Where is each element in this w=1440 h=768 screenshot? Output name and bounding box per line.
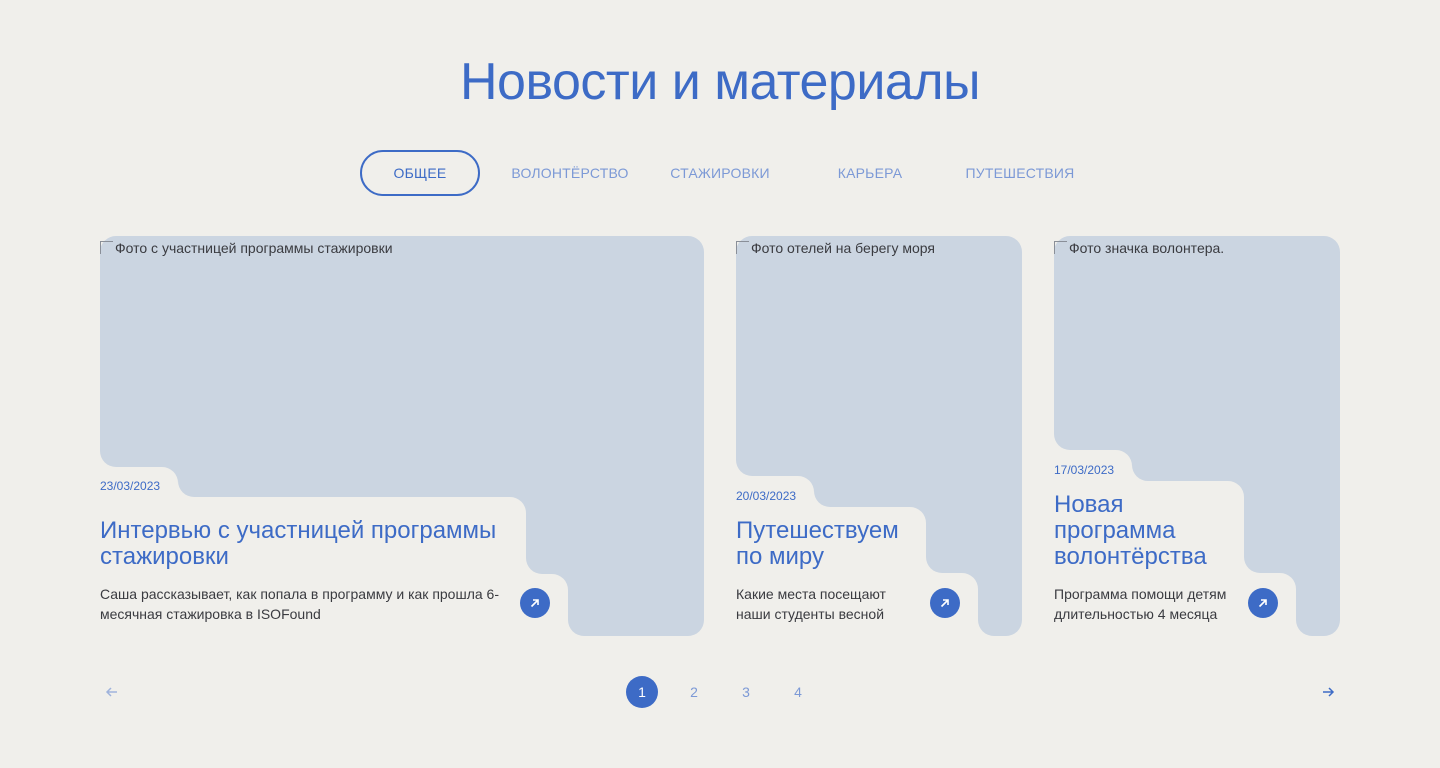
open-article-button[interactable]	[930, 588, 960, 618]
news-card[interactable]: Фото отелей на берегу моря 20/03/2023 Пу…	[736, 236, 1022, 636]
card-image	[1054, 236, 1340, 636]
card-description: Саша рассказывает, как попала в программ…	[100, 586, 499, 622]
page-4-button[interactable]: 4	[782, 676, 814, 708]
card-image-alt: Фото отелей на берегу моря	[736, 240, 935, 256]
card-image	[736, 236, 1022, 636]
card-image	[100, 236, 704, 636]
tab-career[interactable]: КАРЬЕРА	[810, 150, 930, 196]
news-card[interactable]: Фото с участницей программы стажировки 2…	[100, 236, 704, 636]
open-article-button[interactable]	[1248, 588, 1278, 618]
section-title: Новости и материалы	[459, 53, 981, 111]
page-2-button[interactable]: 2	[678, 676, 710, 708]
open-article-button[interactable]	[520, 588, 550, 618]
card-description: Какие места посещают наши студенты весно…	[736, 586, 886, 622]
arrow-left-icon	[105, 687, 117, 697]
tab-internships[interactable]: СТАЖИРОВКИ	[660, 150, 780, 196]
card-title[interactable]: Новая программа волонтёрства	[1054, 492, 1207, 570]
prev-page-button[interactable]	[104, 684, 120, 700]
card-description: Программа помощи детям длительностью 4 м…	[1054, 586, 1227, 622]
card-date: 17/03/2023	[1054, 463, 1115, 477]
card-title[interactable]: Путешествуем по миру	[736, 518, 899, 570]
card-date: 23/03/2023	[100, 479, 161, 493]
card-image-alt: Фото с участницей программы стажировки	[100, 240, 393, 256]
card-image-alt: Фото значка волонтера.	[1054, 240, 1224, 256]
tab-travel[interactable]: ПУТЕШЕСТВИЯ	[950, 150, 1090, 196]
tab-general[interactable]: ОБЩЕЕ	[360, 150, 480, 196]
tab-volunteering[interactable]: ВОЛОНТЁРСТВО	[500, 150, 640, 196]
next-page-button[interactable]	[1320, 684, 1336, 700]
news-card[interactable]: Фото значка волонтера. 17/03/2023 Новая …	[1054, 236, 1340, 636]
arrow-right-icon	[1323, 687, 1335, 697]
page-3-button[interactable]: 3	[730, 676, 762, 708]
arrow-up-right-icon	[1258, 599, 1267, 608]
card-title[interactable]: Интервью с участницей программы стажиров…	[100, 518, 496, 570]
arrow-up-right-icon	[940, 599, 949, 608]
card-date: 20/03/2023	[736, 489, 797, 503]
arrow-up-right-icon	[530, 599, 539, 608]
page-1-button[interactable]: 1	[626, 676, 658, 708]
